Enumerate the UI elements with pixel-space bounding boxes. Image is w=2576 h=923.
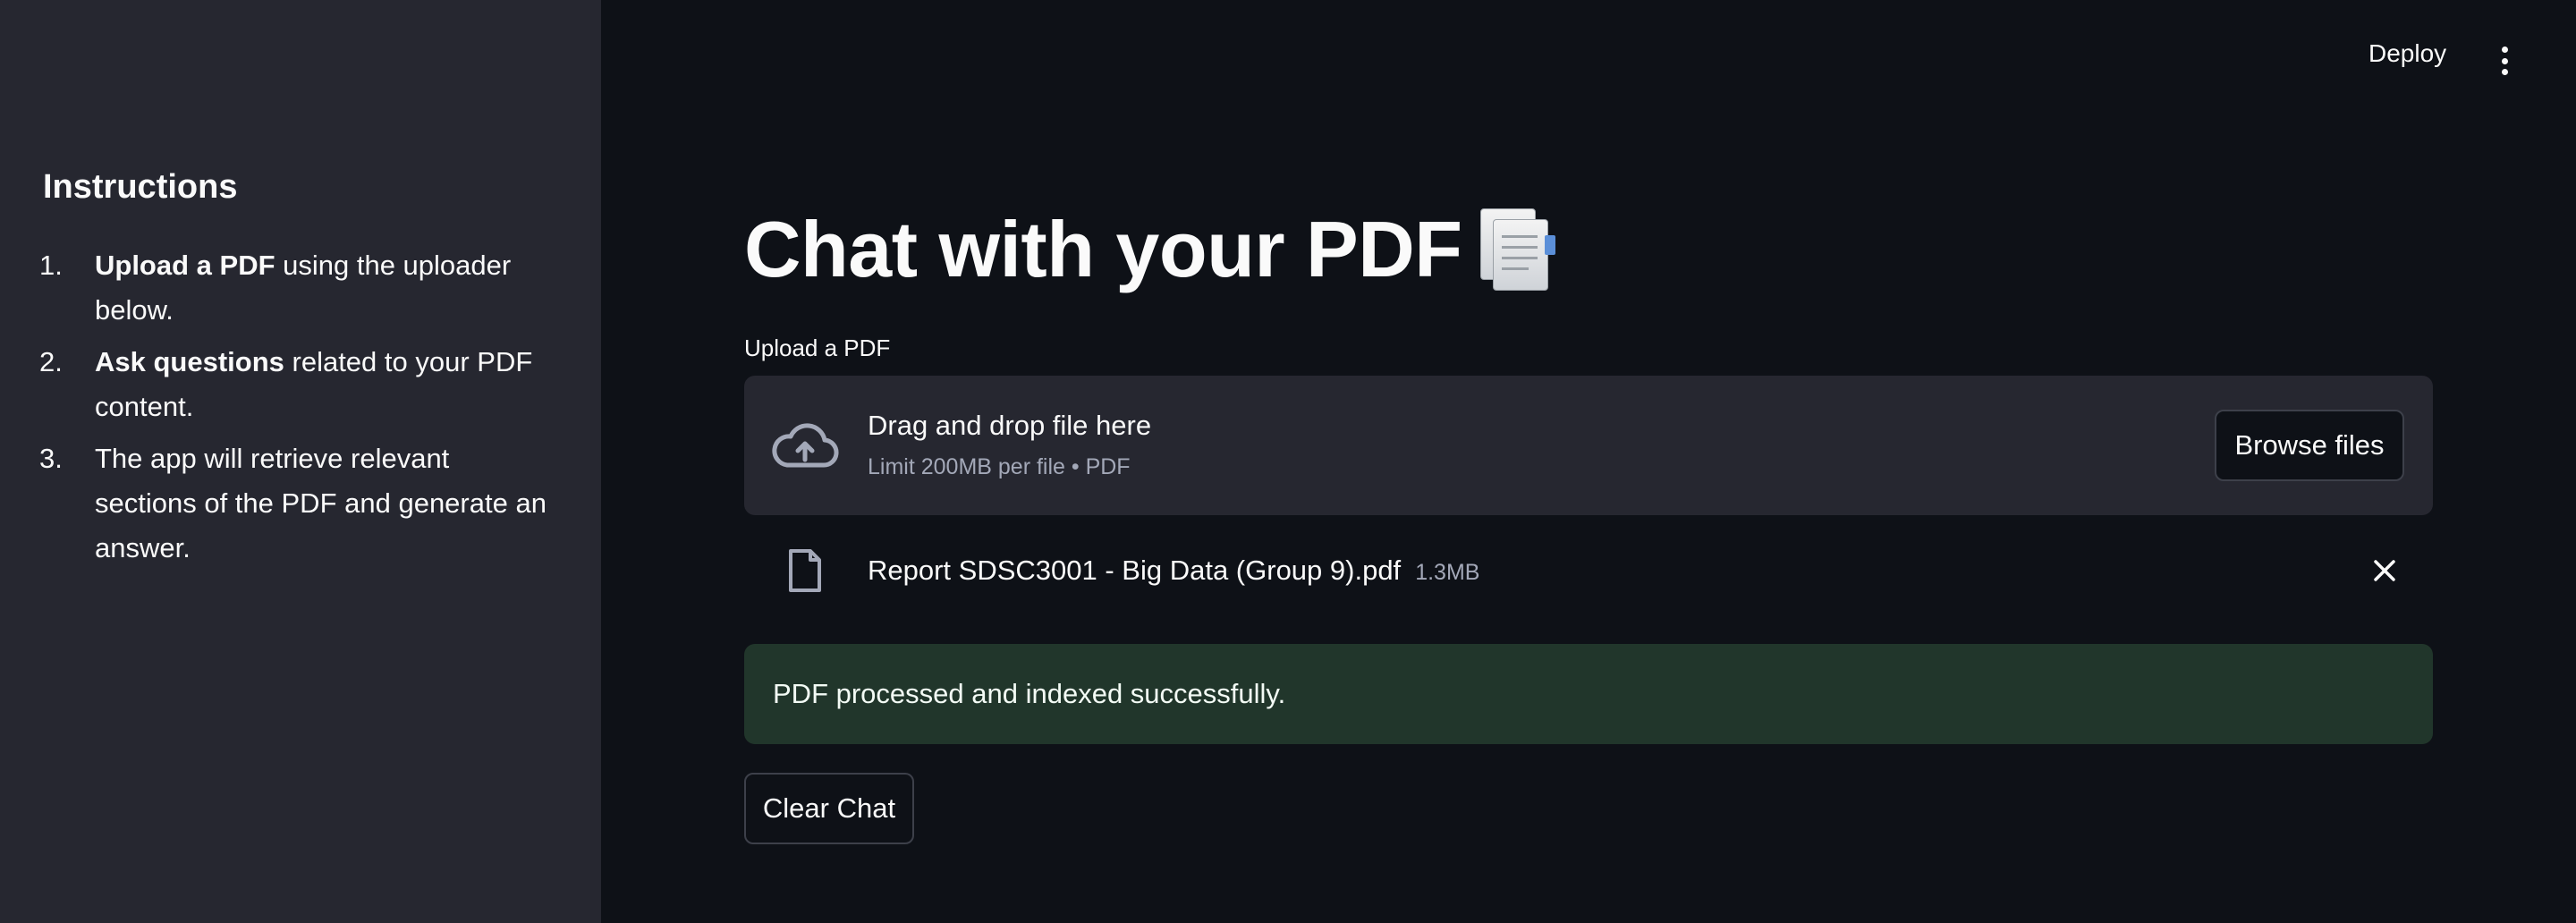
clear-chat-button[interactable]: Clear Chat (744, 773, 914, 844)
page-title-text: Chat with your PDF (744, 205, 1462, 293)
file-dropzone[interactable]: Drag and drop file here Limit 200MB per … (744, 376, 2433, 515)
kebab-menu-icon[interactable] (2496, 47, 2513, 75)
sidebar: Instructions 1. Upload a PDF using the u… (0, 0, 601, 923)
file-icon (789, 549, 821, 592)
instruction-item: 2. Ask questions related to your PDF con… (39, 340, 558, 429)
instruction-item: 3. The app will retrieve relevant sectio… (39, 436, 558, 571)
sidebar-title: Instructions (43, 168, 238, 206)
success-alert: PDF processed and indexed successfully. (744, 644, 2433, 744)
instruction-text: The app will retrieve relevant sections … (95, 436, 558, 571)
deploy-button[interactable]: Deploy (2368, 39, 2446, 68)
close-icon[interactable] (2370, 556, 2399, 585)
uploaded-file-row: Report SDSC3001 - Big Data (Group 9).pdf… (744, 544, 2433, 601)
instruction-item: 1. Upload a PDF using the uploader below… (39, 243, 558, 333)
app-root: Instructions 1. Upload a PDF using the u… (0, 0, 2576, 923)
cloud-upload-icon (772, 423, 839, 468)
menu-dot (2501, 57, 2508, 64)
dropzone-limit-text: Limit 200MB per file • PDF (868, 454, 1131, 479)
file-size: 1.3MB (1415, 560, 1480, 585)
menu-dot (2501, 69, 2508, 75)
file-name: Report SDSC3001 - Big Data (Group 9).pdf… (868, 555, 1479, 587)
instruction-bold: Ask questions (95, 346, 284, 377)
browse-files-button[interactable]: Browse files (2215, 410, 2404, 481)
menu-dot (2501, 47, 2508, 53)
instruction-number: 3. (39, 443, 63, 474)
instructions-list: 1. Upload a PDF using the uploader below… (39, 243, 558, 578)
instruction-bold: Upload a PDF (95, 250, 275, 281)
page-title: Chat with your PDF (744, 204, 1559, 295)
dropzone-instructions: Drag and drop file here (868, 410, 1152, 441)
uploader-label: Upload a PDF (744, 334, 891, 361)
instruction-text: Upload a PDF using the uploader below. (95, 243, 558, 333)
file-name-text: Report SDSC3001 - Big Data (Group 9).pdf (868, 555, 1402, 586)
instruction-rest: The app will retrieve relevant sections … (95, 443, 547, 563)
instruction-number: 1. (39, 250, 63, 281)
page-facing-up-emoji-icon (1479, 208, 1559, 291)
instruction-text: Ask questions related to your PDF conten… (95, 340, 558, 429)
instruction-number: 2. (39, 346, 63, 377)
